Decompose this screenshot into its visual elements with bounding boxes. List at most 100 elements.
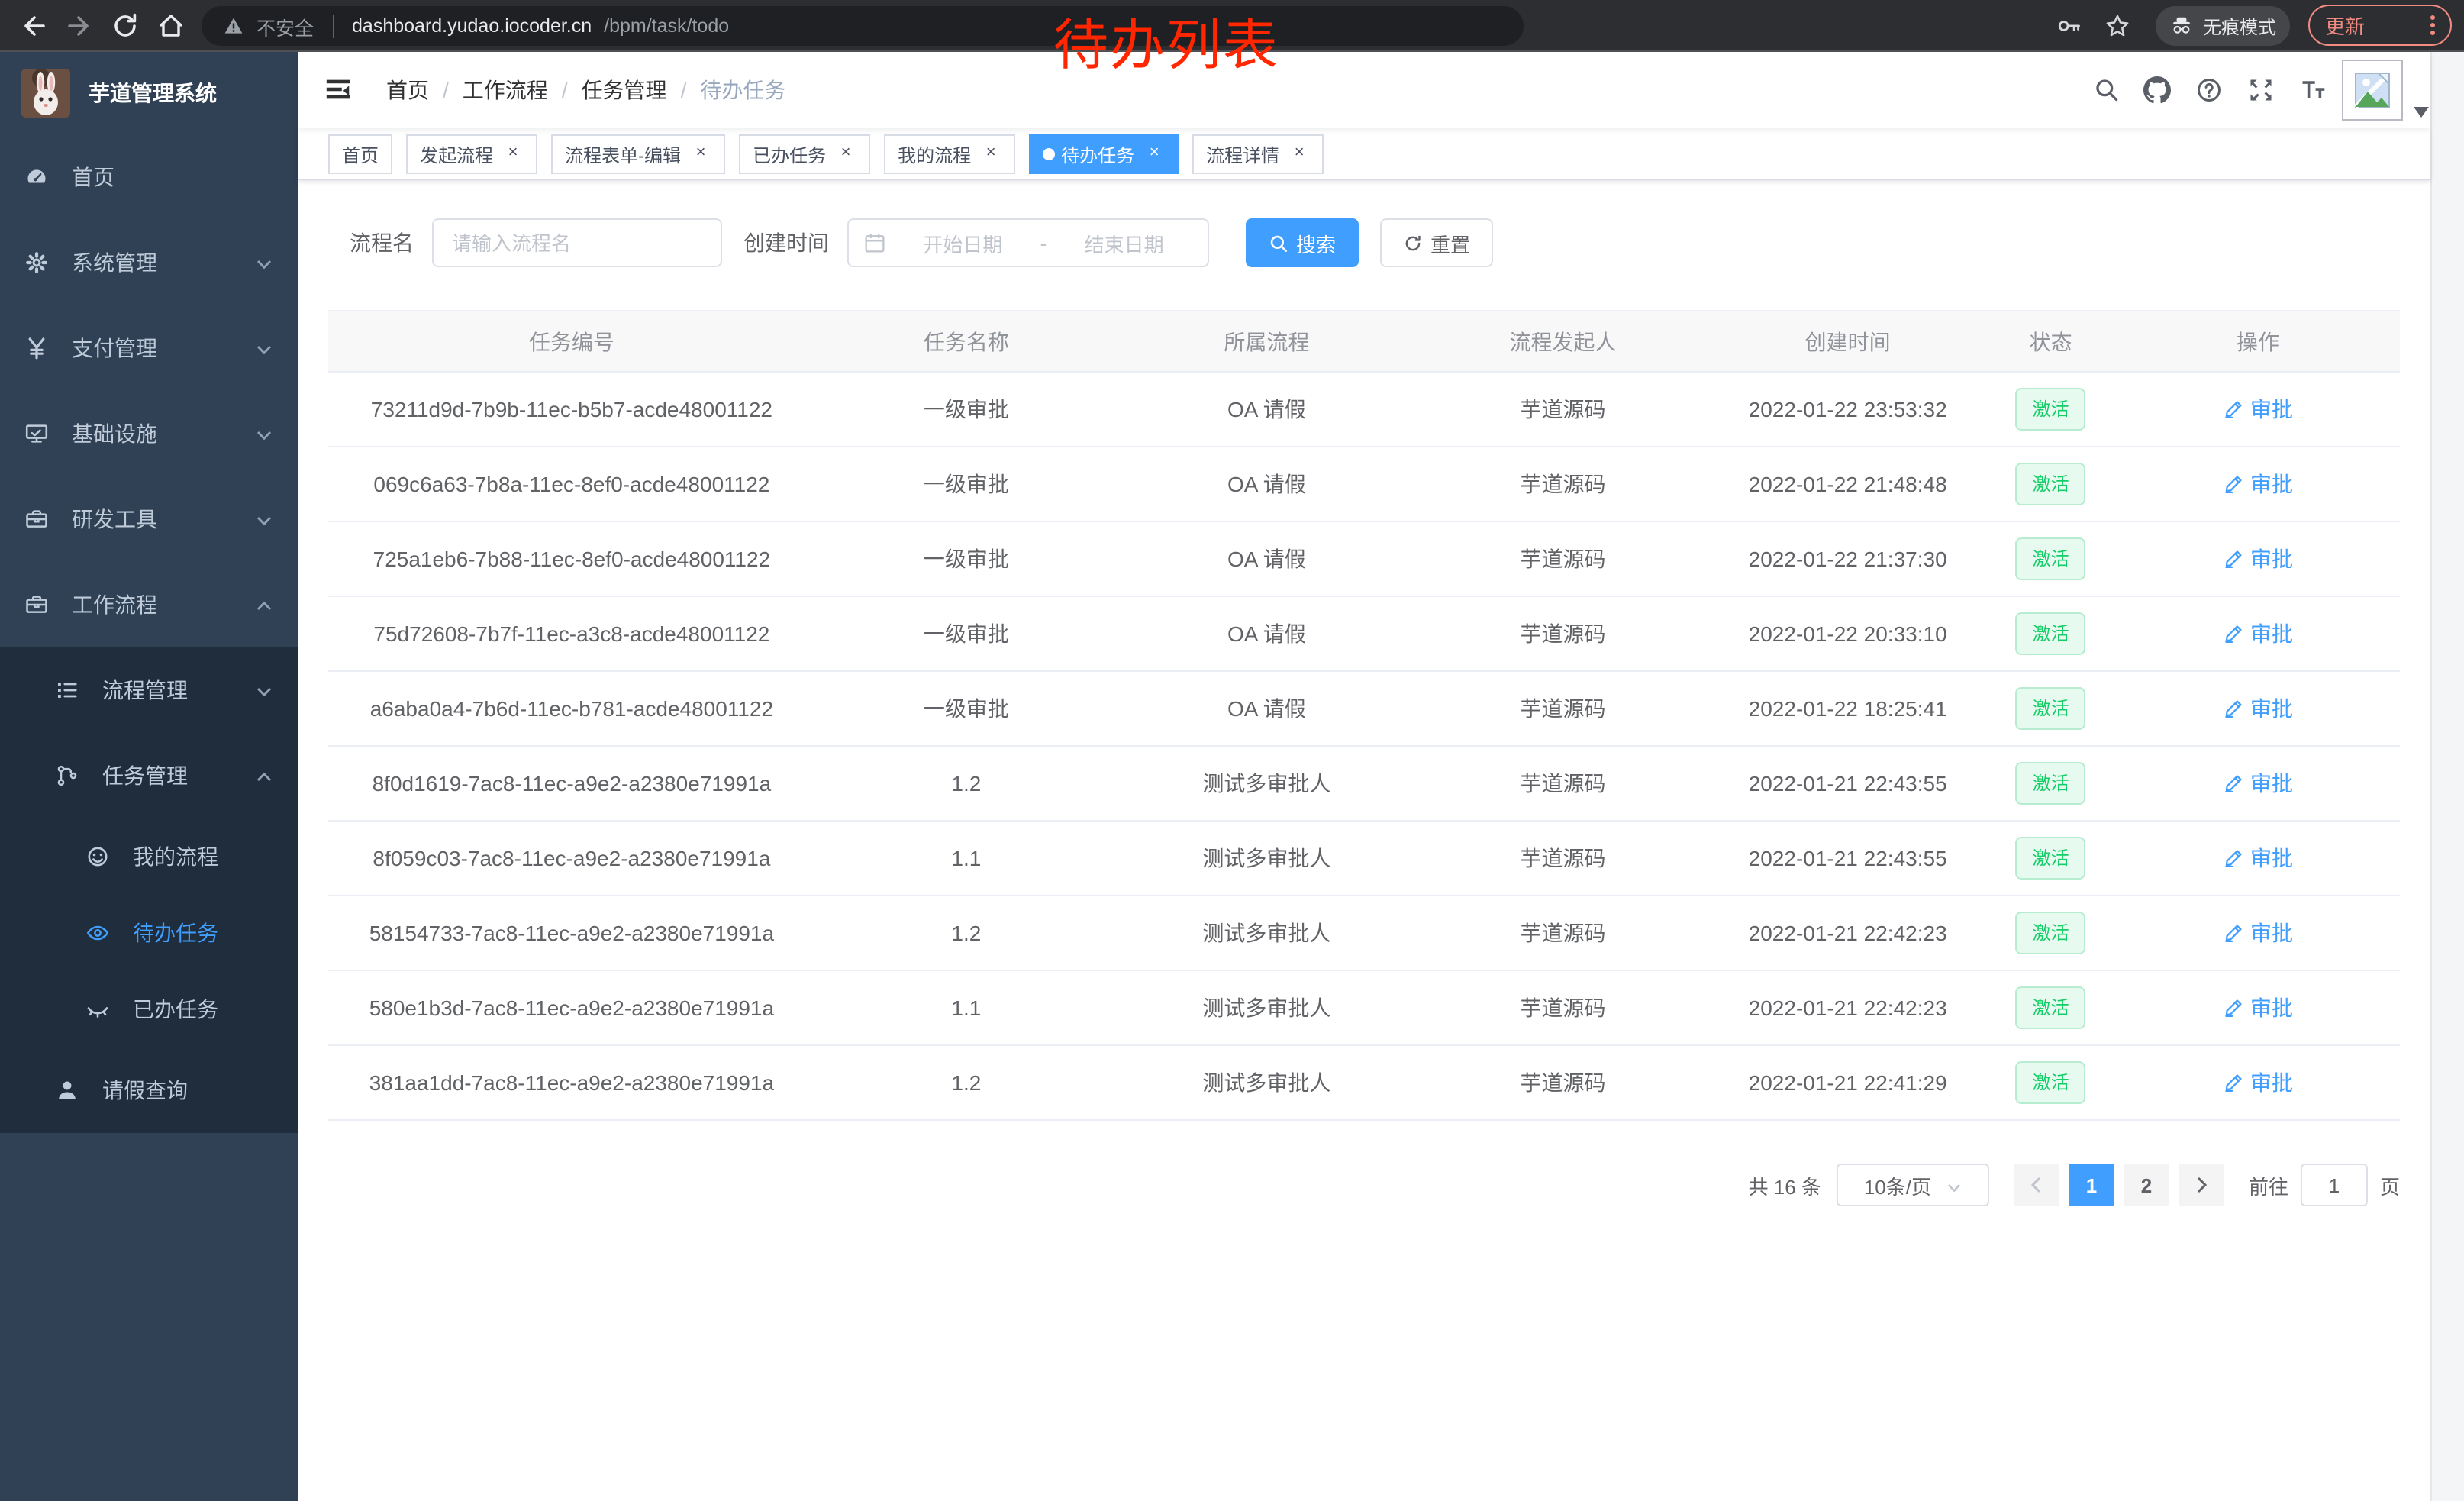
cell-initiator: 芋道源码 (1416, 372, 1710, 447)
breadcrumb-item[interactable]: 任务管理 (582, 75, 667, 105)
approve-link[interactable]: 审批 (2223, 768, 2293, 799)
approve-link[interactable]: 审批 (2223, 918, 2293, 948)
brand-avatar (21, 69, 70, 118)
app-frame: 芋道管理系统 首页系统管理支付管理基础设施研发工具工作流程流程管理任务管理我的流… (0, 52, 2464, 1501)
approve-link[interactable]: 审批 (2223, 1067, 2293, 1098)
page-button-2[interactable]: 2 (2124, 1164, 2169, 1206)
cell-created: 2022-01-22 23:53:32 (1710, 372, 1985, 447)
tab-todo-task[interactable]: 待办任务× (1029, 134, 1179, 174)
sidebar-item-task-management[interactable]: 任务管理 (0, 733, 298, 818)
sidebar-item-system-management[interactable]: 系统管理 (0, 220, 298, 305)
browser-reload-icon[interactable] (110, 11, 140, 41)
next-page-button[interactable] (2179, 1164, 2224, 1206)
security-label[interactable]: 不安全 (256, 11, 314, 40)
approve-link[interactable]: 审批 (2223, 618, 2293, 649)
sidebar-collapse-icon[interactable] (324, 75, 353, 104)
tab-home[interactable]: 首页 (328, 134, 392, 174)
bookmark-star-icon[interactable] (2104, 12, 2131, 40)
browser-menu-dots-icon[interactable] (2430, 15, 2435, 35)
user-avatar-broken-image[interactable] (2342, 60, 2403, 121)
approve-link[interactable]: 审批 (2223, 843, 2293, 873)
chevron-down-icon (255, 253, 273, 272)
sidebar: 芋道管理系统 首页系统管理支付管理基础设施研发工具工作流程流程管理任务管理我的流… (0, 52, 298, 1501)
not-secure-warning-icon[interactable] (223, 15, 244, 37)
approve-link-label: 审批 (2250, 394, 2293, 424)
cell-initiator: 芋道源码 (1416, 821, 1710, 896)
tab-my-process[interactable]: 我的流程× (884, 134, 1015, 174)
sidebar-item-process-management[interactable]: 流程管理 (0, 647, 298, 733)
browser-forward-icon[interactable] (64, 11, 95, 41)
tab-process-detail[interactable]: 流程详情× (1192, 134, 1324, 174)
reset-button[interactable]: 重置 (1380, 218, 1493, 267)
incognito-label: 无痕模式 (2203, 13, 2276, 39)
browser-back-icon[interactable] (18, 11, 49, 41)
start-date-placeholder[interactable]: 开始日期 (895, 228, 1031, 257)
approve-link[interactable]: 审批 (2223, 544, 2293, 574)
cell-id: 58154733-7ac8-11ec-a9e2-a2380e71991a (328, 896, 815, 970)
sidebar-item-my-process[interactable]: 我的流程 (0, 818, 298, 895)
browser-update-button[interactable]: 更新 (2308, 5, 2452, 46)
sidebar-item-leave-query[interactable]: 请假查询 (0, 1047, 298, 1133)
search-button[interactable]: 搜索 (1246, 218, 1359, 267)
incognito-badge[interactable]: 无痕模式 (2156, 6, 2290, 46)
font-size-icon[interactable] (2299, 76, 2327, 104)
end-date-placeholder[interactable]: 结束日期 (1056, 228, 1192, 257)
table-row: 381aa1dd-7ac8-11ec-a9e2-a2380e71991a1.2测… (328, 1045, 2400, 1120)
user-menu-caret-icon[interactable] (2414, 99, 2429, 111)
tab-process-form-edit[interactable]: 流程表单-编辑× (551, 134, 725, 174)
help-icon[interactable] (2195, 76, 2223, 104)
tab-close-icon[interactable]: × (1143, 144, 1165, 165)
process-name-input[interactable] (432, 218, 722, 267)
browser-home-icon[interactable] (156, 11, 186, 41)
sidebar-item-home[interactable]: 首页 (0, 134, 298, 220)
tab-close-icon[interactable]: × (502, 144, 524, 165)
password-key-icon[interactable] (2055, 12, 2082, 40)
range-separator: - (1040, 231, 1047, 254)
cell-id: 381aa1dd-7ac8-11ec-a9e2-a2380e71991a (328, 1045, 815, 1120)
search-icon[interactable] (2093, 76, 2121, 104)
fullscreen-icon[interactable] (2247, 76, 2275, 104)
sidebar-item-todo-task[interactable]: 待办任务 (0, 895, 298, 971)
goto-page-input[interactable] (2301, 1164, 2368, 1206)
breadcrumb: 首页/工作流程/任务管理/待办任务 (386, 52, 785, 128)
breadcrumb-item[interactable]: 首页 (386, 75, 429, 105)
sidebar-item-dev-tools[interactable]: 研发工具 (0, 476, 298, 562)
yen-icon (24, 336, 49, 360)
scrollbar-track[interactable] (2430, 52, 2464, 1501)
cell-initiator: 芋道源码 (1416, 1045, 1710, 1120)
page-size-select[interactable]: 10条/页 (1837, 1164, 1989, 1206)
tab-close-icon[interactable]: × (980, 144, 1001, 165)
cell-id: 725a1eb6-7b88-11ec-8ef0-acde48001122 (328, 521, 815, 596)
tab-create-process[interactable]: 发起流程× (406, 134, 537, 174)
approve-link[interactable]: 审批 (2223, 693, 2293, 724)
search-button-icon (1269, 233, 1288, 253)
breadcrumb-separator: / (443, 78, 449, 102)
breadcrumb-item[interactable]: 工作流程 (463, 75, 548, 105)
dashboard-icon (24, 165, 49, 189)
pagination-total: 共 16 条 (1749, 1170, 1821, 1199)
github-icon[interactable] (2143, 76, 2171, 104)
prev-page-button[interactable] (2014, 1164, 2059, 1206)
cell-created: 2022-01-21 22:43:55 (1710, 821, 1985, 896)
page-button-1[interactable]: 1 (2069, 1164, 2114, 1206)
sidebar-item-infrastructure[interactable]: 基础设施 (0, 391, 298, 476)
tab-close-icon[interactable]: × (835, 144, 856, 165)
approve-link[interactable]: 审批 (2223, 469, 2293, 499)
pen-icon (2223, 399, 2244, 420)
cell-initiator: 芋道源码 (1416, 896, 1710, 970)
address-bar[interactable]: 不安全 dashboard.yudao.iocoder.cn/bpm/task/… (202, 6, 1524, 46)
tab-done-task[interactable]: 已办任务× (739, 134, 870, 174)
cell-status: 激活 (1985, 896, 2116, 970)
sidebar-item-done-task[interactable]: 已办任务 (0, 971, 298, 1047)
tab-close-icon[interactable]: × (690, 144, 711, 165)
tab-close-icon[interactable]: × (1288, 144, 1310, 165)
screen: 不安全 dashboard.yudao.iocoder.cn/bpm/task/… (0, 0, 2464, 1501)
sidebar-item-workflow[interactable]: 工作流程 (0, 562, 298, 647)
cell-process: 测试多审批人 (1118, 746, 1416, 821)
approve-link[interactable]: 审批 (2223, 394, 2293, 424)
sidebar-item-payment-management[interactable]: 支付管理 (0, 305, 298, 391)
tab-label: 首页 (342, 141, 379, 167)
approve-link[interactable]: 审批 (2223, 993, 2293, 1023)
sidebar-logo-row[interactable]: 芋道管理系统 (0, 52, 298, 134)
create-time-range-picker[interactable]: 开始日期 - 结束日期 (847, 218, 1209, 267)
